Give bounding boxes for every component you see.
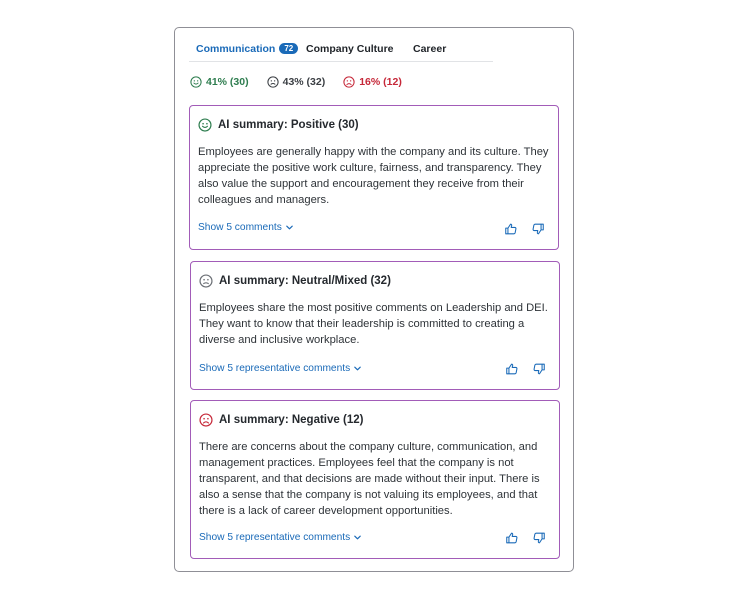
tab-label: Communication <box>196 43 276 55</box>
chevron-down-icon <box>354 366 361 371</box>
thumbs-up-button[interactable] <box>505 362 519 376</box>
card-summary-text: There are concerns about the company cul… <box>199 441 540 517</box>
stat-neutral: 43% (32) <box>266 76 326 88</box>
tab-count-badge: 72 <box>279 43 299 54</box>
summary-card-neutral: AI summary: Neutral/Mixed (32) Employees… <box>190 261 560 390</box>
stat-negative-value: 16% (12) <box>359 76 402 88</box>
stat-positive: 41% (30) <box>190 76 249 88</box>
smiley-neutral-icon <box>199 274 213 288</box>
tab-label: Company Culture <box>306 43 394 55</box>
sentiment-stats: 41% (30) 43% (32) 16% (12) <box>190 76 402 88</box>
thumbs-up-icon <box>506 363 518 375</box>
card-summary-text: Employees are generally happy with the c… <box>198 146 549 206</box>
card-title-text: AI summary: Positive (30) <box>218 119 359 131</box>
stat-neutral-value: 43% (32) <box>282 76 326 88</box>
thumbs-down-button[interactable] <box>531 222 545 236</box>
smiley-negative-icon <box>343 76 355 88</box>
show-comments-link[interactable]: Show 5 representative comments <box>199 532 362 543</box>
thumbs-down-icon <box>533 363 545 375</box>
stat-negative: 16% (12) <box>343 76 402 88</box>
chevron-down-icon <box>286 225 293 230</box>
tab-communication[interactable]: Communication 72 <box>196 43 299 55</box>
thumbs-down-icon <box>532 223 544 235</box>
show-comments-link[interactable]: Show 5 comments <box>198 222 294 233</box>
card-title: AI summary: Negative (12) <box>199 413 363 427</box>
thumbs-up-button[interactable] <box>504 222 518 236</box>
card-title-text: AI summary: Negative (12) <box>219 414 364 426</box>
smiley-neutral-icon <box>266 76 279 88</box>
tab-bar: Communication 72 Company Culture Career <box>189 28 493 62</box>
thumbs-down-button[interactable] <box>532 362 546 376</box>
tab-company-culture[interactable]: Company Culture <box>306 43 394 55</box>
tab-label: Career <box>413 43 447 55</box>
card-summary-text: Employees share the most positive commen… <box>199 302 548 346</box>
thumbs-down-icon <box>533 532 545 544</box>
show-comments-label: Show 5 representative comments <box>199 532 351 543</box>
thumbs-up-button[interactable] <box>505 531 519 545</box>
tab-career[interactable]: Career <box>413 43 446 55</box>
card-title: AI summary: Neutral/Mixed (32) <box>199 274 391 288</box>
smiley-negative-icon <box>199 413 213 427</box>
smiley-positive-icon <box>198 118 212 132</box>
stat-positive-value: 41% (30) <box>206 76 249 88</box>
thumbs-up-icon <box>506 532 518 544</box>
summary-card-negative: AI summary: Negative (12) There are conc… <box>190 400 560 559</box>
thumbs-up-icon <box>505 223 517 235</box>
chevron-down-icon <box>354 535 361 540</box>
smiley-positive-icon <box>190 76 202 88</box>
show-comments-link[interactable]: Show 5 representative comments <box>199 363 362 374</box>
show-comments-label: Show 5 comments <box>198 222 282 233</box>
summary-card-positive: AI summary: Positive (30) Employees are … <box>189 105 559 250</box>
card-title: AI summary: Positive (30) <box>198 118 359 132</box>
card-title-text: AI summary: Neutral/Mixed (32) <box>219 275 391 287</box>
show-comments-label: Show 5 representative comments <box>199 363 351 374</box>
sentiment-summary-panel: Communication 72 Company Culture Career 4… <box>174 27 574 572</box>
thumbs-down-button[interactable] <box>532 531 546 545</box>
